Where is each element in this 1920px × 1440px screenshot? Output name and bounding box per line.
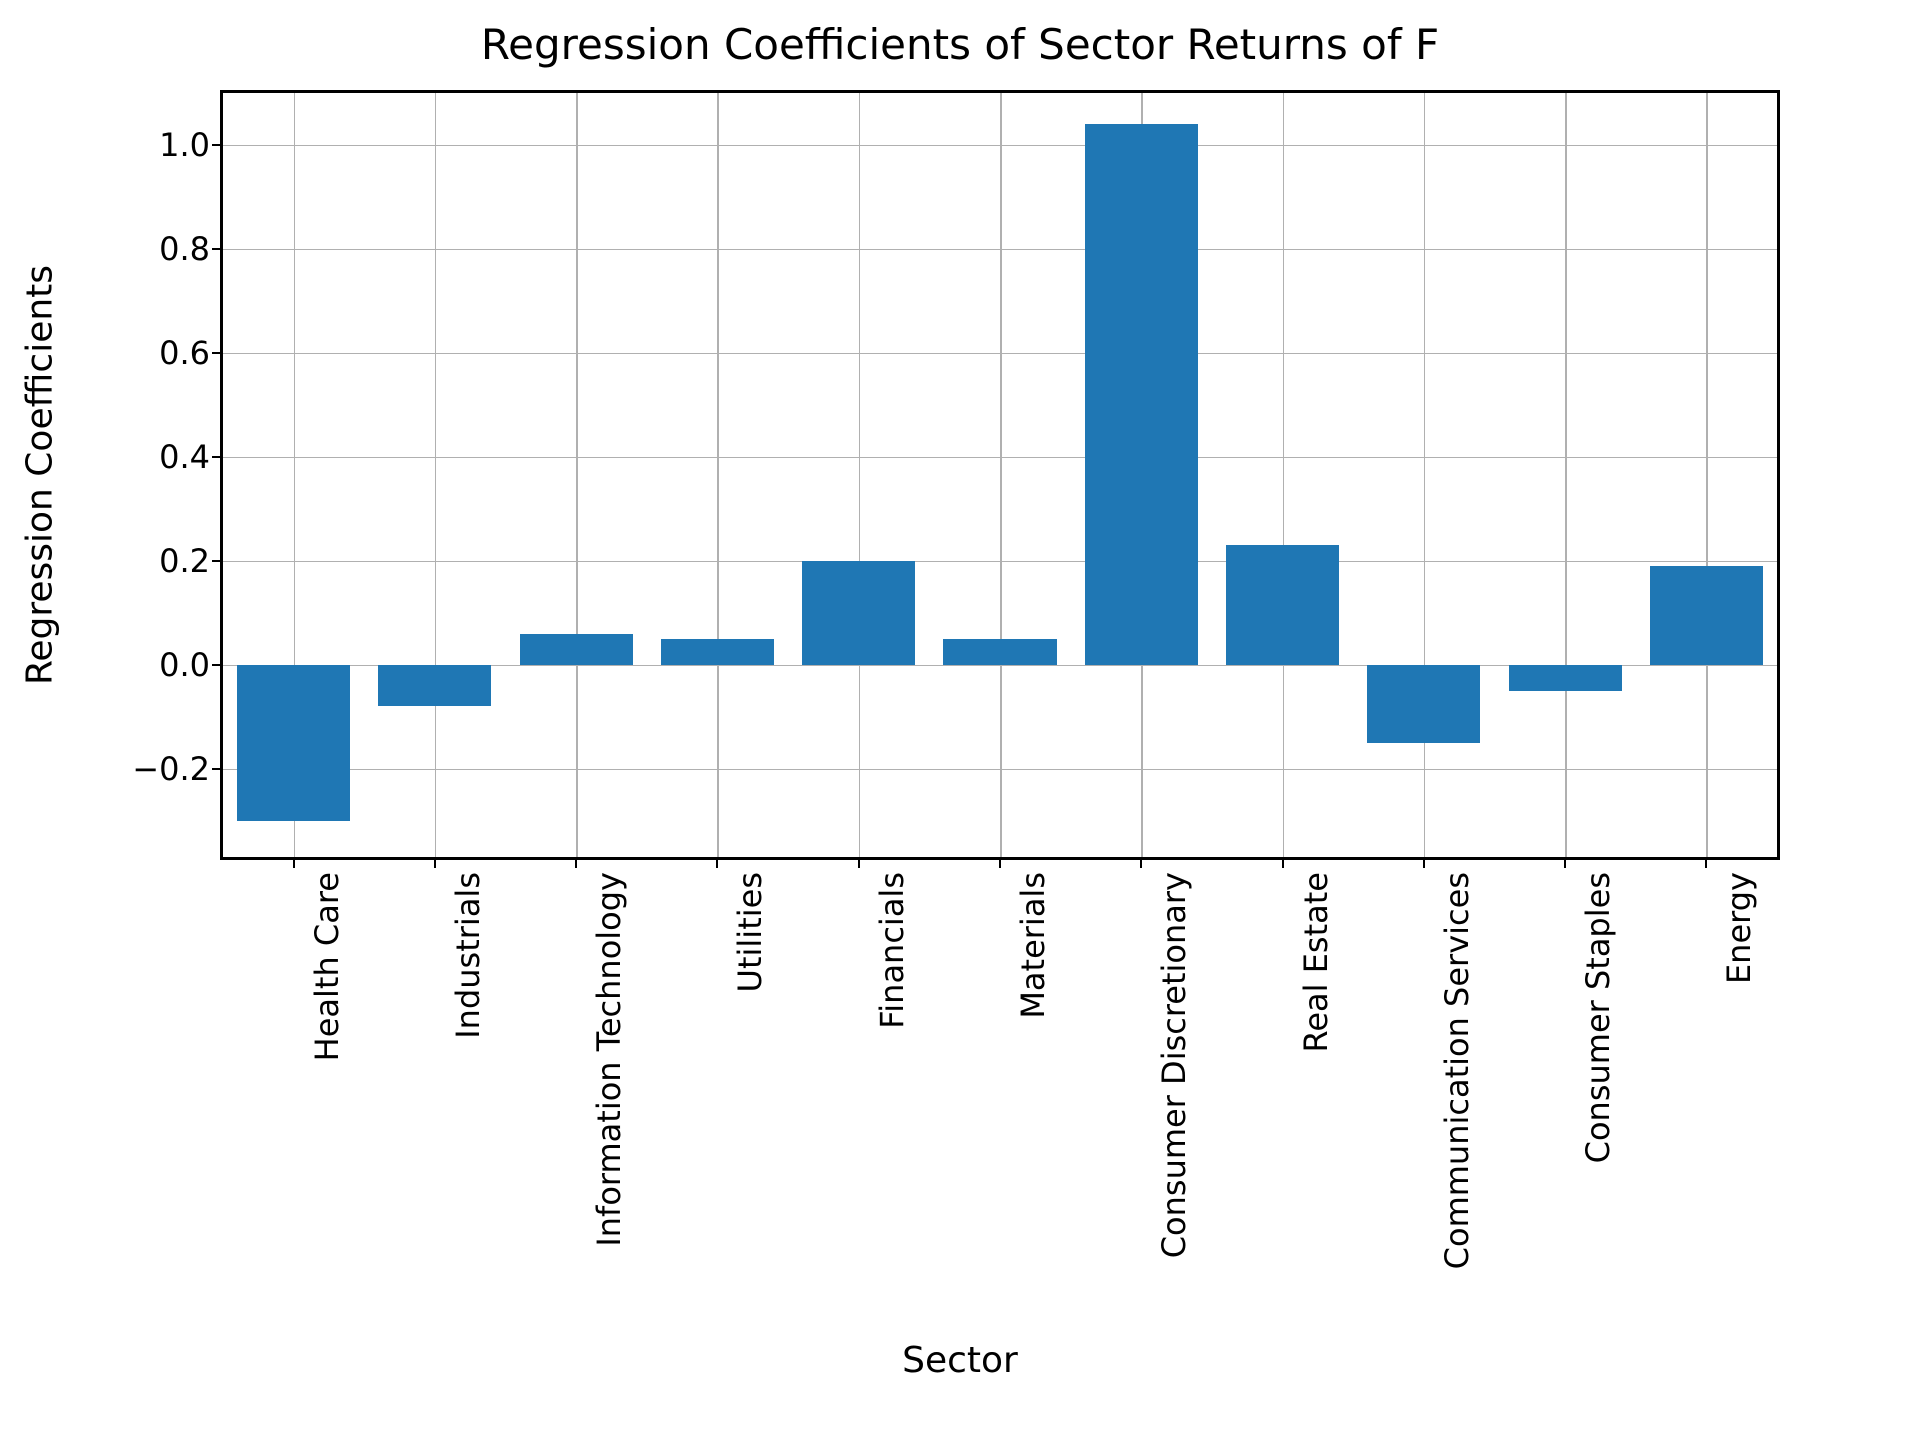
y-tick-mark [212,560,220,562]
y-axis-label: Regression Coefficients [20,265,61,685]
gridline-v [859,93,861,857]
x-tick-mark [1564,860,1566,868]
x-tick-mark [1423,860,1425,868]
gridline-v [1706,93,1708,857]
y-tick-mark [212,664,220,666]
gridline-v [1283,93,1285,857]
x-tick-label: Industrials [449,872,487,1272]
y-tick-label: 0.6 [90,334,210,372]
y-tick-label: −0.2 [90,750,210,788]
bar [1226,545,1339,665]
gridline-v [1565,93,1567,857]
y-tick-label: 1.0 [90,126,210,164]
y-tick-label: 0.8 [90,230,210,268]
x-tick-label: Communication Services [1438,872,1476,1272]
gridline-v [576,93,578,857]
gridline-v [435,93,437,857]
gridline-v [717,93,719,857]
bar [1085,124,1198,665]
x-axis-label: Sector [0,1340,1920,1381]
bar [802,561,915,665]
x-tick-mark [1140,860,1142,868]
x-tick-label: Information Technology [590,872,628,1272]
x-tick-label: Utilities [731,872,769,1272]
x-tick-mark [1282,860,1284,868]
x-tick-mark [1705,860,1707,868]
bar [237,665,350,821]
gridline-v [1000,93,1002,857]
x-tick-mark [999,860,1001,868]
x-tick-mark [293,860,295,868]
x-tick-mark [575,860,577,868]
y-tick-mark [212,352,220,354]
y-tick-mark [212,768,220,770]
plot-area [220,90,1780,860]
x-tick-mark [858,860,860,868]
x-tick-label: Consumer Staples [1579,872,1617,1272]
bar [1650,566,1763,665]
bar [520,634,633,665]
y-tick-mark [212,144,220,146]
x-tick-label: Health Care [308,872,346,1272]
y-tick-label: 0.2 [90,542,210,580]
x-tick-mark [716,860,718,868]
x-tick-label: Real Estate [1297,872,1335,1272]
bar [943,639,1056,665]
bar [1509,665,1622,691]
chart-title: Regression Coefficients of Sector Return… [0,20,1920,69]
x-tick-mark [434,860,436,868]
y-tick-mark [212,248,220,250]
y-tick-label: 0.4 [90,438,210,476]
bar [1367,665,1480,743]
y-tick-label: 0.0 [90,646,210,684]
x-tick-label: Materials [1014,872,1052,1272]
x-tick-label: Consumer Discretionary [1155,872,1193,1272]
y-tick-mark [212,456,220,458]
x-tick-label: Energy [1720,872,1758,1272]
chart-figure: Regression Coefficients of Sector Return… [0,0,1920,1440]
bar [378,665,491,707]
bar [661,639,774,665]
x-tick-label: Financials [873,872,911,1272]
